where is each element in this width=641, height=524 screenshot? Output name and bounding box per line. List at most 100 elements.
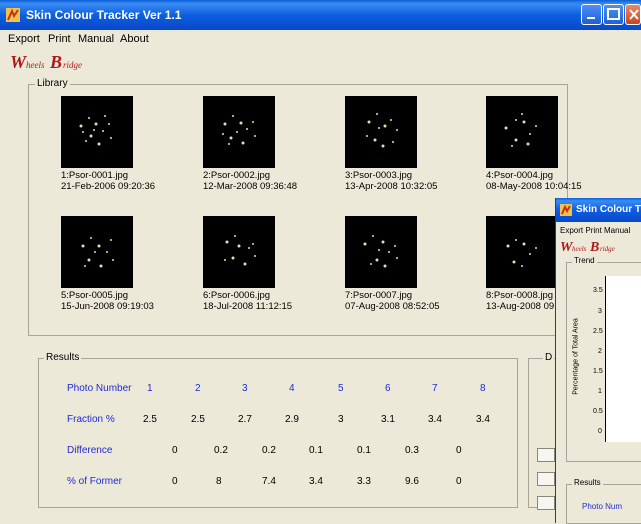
photo-name-8: 8:Psor-0008.jpg	[486, 290, 554, 301]
photo-num-label: Photo Num	[582, 502, 623, 511]
photo-thumbnail-8[interactable]	[486, 216, 555, 288]
wheelsbridge-logo: W heels B ridge	[10, 52, 82, 72]
photo-number-8: 8	[480, 383, 486, 394]
side-button[interactable]	[537, 472, 555, 486]
side-button[interactable]	[537, 448, 555, 462]
fraction-value: 3.4	[476, 414, 490, 425]
menu-manual[interactable]: Manual	[78, 33, 114, 45]
y-axis-label: Percentage of Total Area	[572, 318, 580, 395]
y-tick: 1	[598, 388, 602, 395]
menu-print[interactable]: Print	[48, 33, 71, 45]
y-tick: 2.5	[593, 328, 603, 335]
photo-number-4: 4	[289, 383, 295, 394]
maximize-button[interactable]	[603, 4, 624, 25]
menu-export[interactable]: Export	[8, 33, 40, 45]
title-bar: Skin Colour Tracker Ver 1.1	[0, 0, 641, 30]
y-tick: 3	[598, 308, 602, 315]
photo-name-2: 2:Psor-0002.jpg	[203, 170, 271, 181]
photo-name-3: 3:Psor-0003.jpg	[345, 170, 413, 181]
svg-text:ridge: ridge	[63, 60, 82, 70]
difference-value: 0.1	[309, 445, 323, 456]
former-value: 0	[456, 476, 462, 487]
former-value: 3.4	[309, 476, 323, 487]
photo-name-5: 5:Psor-0005.jpg	[61, 290, 129, 301]
difference-label: Difference	[67, 445, 113, 456]
y-tick: 3.5	[593, 287, 603, 294]
wheelsbridge-logo: W heels B ridge	[560, 240, 615, 255]
difference-value: 0.1	[357, 445, 371, 456]
maximize-icon	[607, 8, 620, 20]
photo-date-2: 12-Mar-2008 09:36:48	[203, 181, 298, 192]
photo-thumbnail-7[interactable]	[345, 216, 417, 288]
svg-text:heels: heels	[26, 60, 45, 70]
window-title: Skin Colour Tracker Ver 1.1	[26, 8, 182, 22]
minimize-button[interactable]	[581, 4, 602, 25]
trend-label: Trend	[572, 256, 597, 265]
photo-number-6: 6	[385, 383, 391, 394]
photo-date-5: 15-Jun-2008 09:19:03	[61, 301, 154, 312]
photo-number-3: 3	[242, 383, 248, 394]
fraction-value: 3.1	[381, 414, 395, 425]
svg-text:heels: heels	[572, 245, 587, 253]
trend-window-menu[interactable]: Export Print Manual	[560, 226, 630, 235]
photo-number-label: Photo Number	[67, 383, 132, 394]
former-value: 9.6	[405, 476, 419, 487]
former-value: 8	[216, 476, 222, 487]
side-button[interactable]	[537, 496, 555, 510]
photo-number-5: 5	[338, 383, 344, 394]
psoriasis-image	[81, 237, 114, 268]
photo-thumbnail-5[interactable]	[61, 216, 133, 288]
photo-date-1: 21-Feb-2006 09:20:36	[61, 181, 156, 192]
display-label: D	[543, 352, 555, 363]
psoriasis-image	[222, 115, 256, 145]
fraction-value: 3.4	[428, 414, 442, 425]
difference-value: 0	[172, 445, 178, 456]
photo-name-1: 1:Psor-0001.jpg	[61, 170, 129, 181]
menu-bar: Export Print Manual About	[0, 30, 641, 48]
photo-name-6: 6:Psor-0006.jpg	[203, 290, 271, 301]
psoriasis-image	[506, 239, 537, 267]
close-icon	[629, 9, 639, 20]
difference-value: 0.2	[214, 445, 228, 456]
difference-value: 0.2	[262, 445, 276, 456]
photo-date-6: 18-Jul-2008 11:12:15	[203, 301, 293, 312]
photo-number-7: 7	[432, 383, 438, 394]
psoriasis-image	[366, 113, 398, 148]
former-value: 7.4	[262, 476, 276, 487]
psoriasis-image	[363, 235, 398, 268]
photo-thumbnail-3[interactable]	[345, 96, 417, 168]
trend-plot-area	[605, 276, 641, 442]
photo-thumbnail-2[interactable]	[203, 96, 275, 168]
y-tick: 0	[598, 428, 602, 435]
y-tick: 0.5	[593, 408, 603, 415]
menu-about[interactable]: About	[120, 33, 149, 45]
trend-window-title-bar: Skin Colour Track	[556, 198, 641, 222]
photo-thumbnail-4[interactable]	[486, 96, 558, 168]
svg-text:ridge: ridge	[600, 245, 615, 253]
app-icon	[6, 8, 20, 22]
fraction-label: Fraction %	[67, 414, 115, 425]
trend-window-title: Skin Colour Track	[576, 204, 641, 215]
trend-results-label: Results	[572, 478, 603, 487]
y-tick: 2	[598, 348, 602, 355]
former-value: 0	[172, 476, 178, 487]
y-tick: 1.5	[593, 368, 603, 375]
difference-value: 0	[456, 445, 462, 456]
fraction-value: 3	[338, 414, 344, 425]
photo-thumbnail-6[interactable]	[203, 216, 275, 288]
trend-window: Skin Colour Track Export Print Manual W …	[555, 198, 641, 524]
close-button[interactable]	[625, 4, 641, 25]
app-icon	[560, 204, 572, 216]
photo-name-4: 4:Psor-0004.jpg	[486, 170, 554, 181]
results-label: Results	[44, 352, 82, 363]
difference-value: 0.3	[405, 445, 419, 456]
svg-text:B: B	[49, 52, 62, 72]
photo-name-7: 7:Psor-0007.jpg	[345, 290, 413, 301]
photo-date-7: 07-Aug-2008 08:52:05	[345, 301, 440, 312]
photo-date-4: 08-May-2008 10:04:15	[486, 181, 582, 192]
fraction-value: 2.5	[143, 414, 157, 425]
fraction-value: 2.9	[285, 414, 299, 425]
photo-thumbnail-1[interactable]	[61, 96, 133, 168]
photo-number-1: 1	[147, 383, 153, 394]
photo-number-2: 2	[195, 383, 201, 394]
